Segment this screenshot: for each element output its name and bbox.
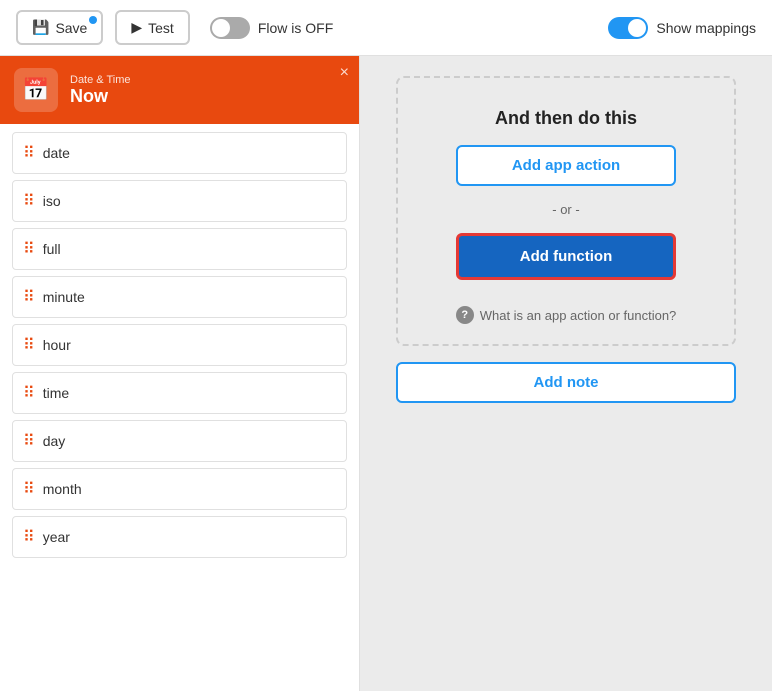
list-item-label: day bbox=[43, 433, 66, 449]
list-items-container: ⠿ date ⠿ iso ⠿ full ⠿ minute ⠿ hour ⠿ ti… bbox=[0, 124, 359, 691]
mappings-toggle[interactable] bbox=[608, 17, 648, 39]
drag-handle-icon: ⠿ bbox=[23, 287, 33, 307]
list-item-label: minute bbox=[43, 289, 85, 305]
flow-toggle[interactable] bbox=[210, 17, 250, 39]
flow-toggle-group: Flow is OFF bbox=[210, 17, 333, 39]
save-button[interactable]: 💾 Save bbox=[16, 10, 103, 45]
toolbar: 💾 Save ▶ Test Flow is OFF Show mappings bbox=[0, 0, 772, 56]
add-function-button[interactable]: Add function bbox=[456, 233, 676, 280]
drag-handle-icon: ⠿ bbox=[23, 143, 33, 163]
drag-handle-icon: ⠿ bbox=[23, 239, 33, 259]
help-icon: ? bbox=[456, 306, 474, 324]
list-item[interactable]: ⠿ full bbox=[12, 228, 347, 270]
drag-handle-icon: ⠿ bbox=[23, 335, 33, 355]
drag-handle-icon: ⠿ bbox=[23, 479, 33, 499]
panel-header-title: Now bbox=[70, 86, 131, 107]
list-item[interactable]: ⠿ hour bbox=[12, 324, 347, 366]
list-item-label: month bbox=[43, 481, 82, 497]
action-card-title: And then do this bbox=[495, 108, 637, 129]
or-divider: - or - bbox=[552, 202, 579, 217]
right-panel: And then do this Add app action - or - A… bbox=[360, 56, 772, 691]
show-mappings-label: Show mappings bbox=[656, 20, 756, 36]
unsaved-indicator bbox=[89, 16, 97, 24]
list-item[interactable]: ⠿ year bbox=[12, 516, 347, 558]
list-item-label: time bbox=[43, 385, 69, 401]
list-item[interactable]: ⠿ date bbox=[12, 132, 347, 174]
panel-header: 📅 Date & Time Now × bbox=[0, 56, 359, 124]
panel-header-text: Date & Time Now bbox=[70, 74, 131, 107]
play-icon: ▶ bbox=[131, 19, 142, 36]
test-button[interactable]: ▶ Test bbox=[115, 10, 189, 45]
action-card: And then do this Add app action - or - A… bbox=[396, 76, 736, 346]
panel-header-icon: 📅 bbox=[14, 68, 58, 112]
help-text-group: ? What is an app action or function? bbox=[456, 306, 677, 324]
list-item[interactable]: ⠿ minute bbox=[12, 276, 347, 318]
list-item-label: hour bbox=[43, 337, 71, 353]
add-app-action-button[interactable]: Add app action bbox=[456, 145, 676, 186]
list-item[interactable]: ⠿ time bbox=[12, 372, 347, 414]
left-panel: 📅 Date & Time Now × ⠿ date ⠿ iso ⠿ full … bbox=[0, 56, 360, 691]
test-label: Test bbox=[148, 20, 174, 36]
drag-handle-icon: ⠿ bbox=[23, 383, 33, 403]
show-mappings-group: Show mappings bbox=[608, 17, 756, 39]
add-note-button[interactable]: Add note bbox=[396, 362, 736, 403]
list-item[interactable]: ⠿ iso bbox=[12, 180, 347, 222]
main-content: 📅 Date & Time Now × ⠿ date ⠿ iso ⠿ full … bbox=[0, 56, 772, 691]
list-item-label: date bbox=[43, 145, 70, 161]
drag-handle-icon: ⠿ bbox=[23, 191, 33, 211]
drag-handle-icon: ⠿ bbox=[23, 431, 33, 451]
list-item[interactable]: ⠿ day bbox=[12, 420, 347, 462]
help-text-label: What is an app action or function? bbox=[480, 308, 677, 323]
list-item-label: iso bbox=[43, 193, 61, 209]
panel-close-button[interactable]: × bbox=[340, 64, 349, 82]
drag-handle-icon: ⠿ bbox=[23, 527, 33, 547]
list-item-label: full bbox=[43, 241, 61, 257]
list-item[interactable]: ⠿ month bbox=[12, 468, 347, 510]
list-item-label: year bbox=[43, 529, 70, 545]
save-icon: 💾 bbox=[32, 19, 49, 36]
flow-status-label: Flow is OFF bbox=[258, 20, 333, 36]
save-label: Save bbox=[55, 20, 87, 36]
panel-header-subtitle: Date & Time bbox=[70, 74, 131, 86]
